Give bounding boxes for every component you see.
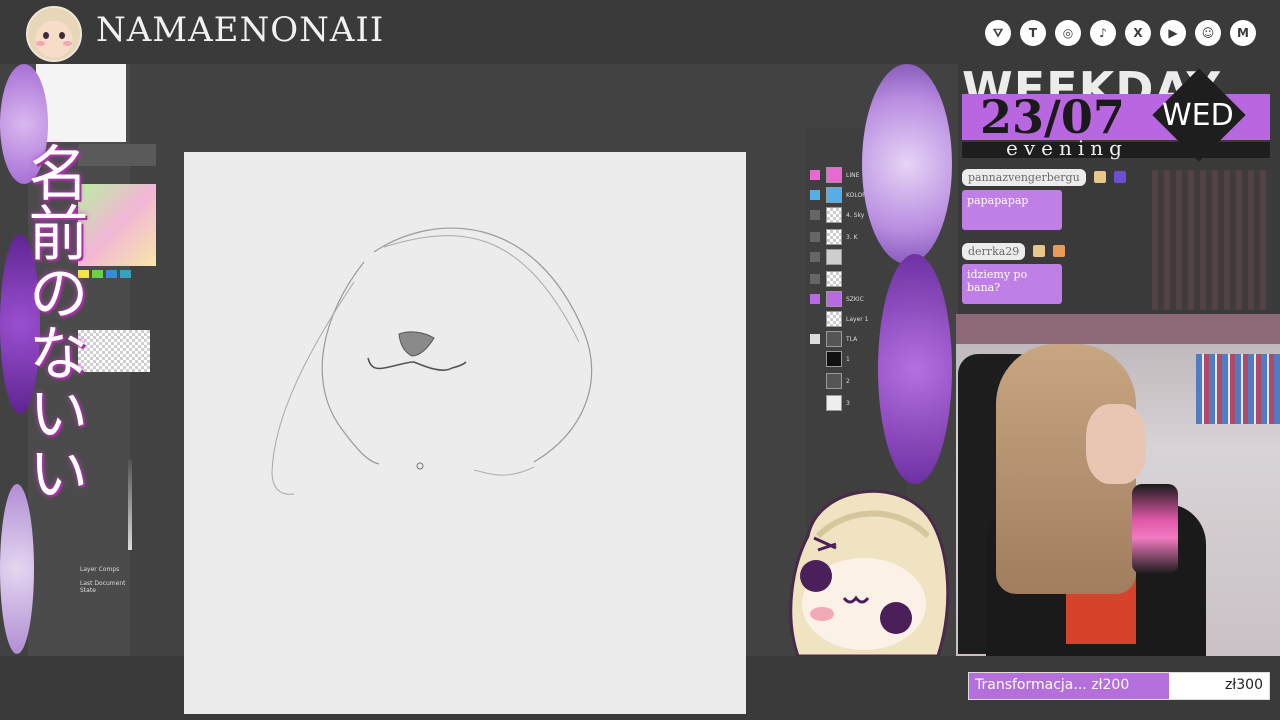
chat-overlay: pannazvengerbergu papapapap derrka29 idz… [962,164,1152,304]
layer-thumbnail [826,351,842,367]
lilac-decoration [0,484,34,654]
layer-thumbnail [826,395,842,411]
webcam-feed [956,314,1280,656]
layer-thumbnail [826,331,842,347]
brand-title: NAMAENONAII [96,10,385,50]
navigator-preview [36,64,126,142]
twitch-icon[interactable]: T [1020,20,1046,46]
chat-message: derrka29 idziemy po bana? [962,240,1152,304]
layer-thumbnail [826,311,842,327]
eye-icon[interactable] [810,190,820,200]
layer-name: 4. Sky [846,211,865,219]
goal-title: Transformacja... [975,677,1087,693]
layer-thumbnail [826,207,842,223]
webcam-books [1196,354,1280,424]
layer-name: SZKIC [846,295,864,303]
layer-name: TLA [846,335,858,343]
layer-thumbnail [826,373,842,389]
eye-icon[interactable] [810,210,820,220]
layer-name: Layer 1 [846,315,869,323]
x-icon[interactable]: X [1125,20,1151,46]
layer-name: 3. K [846,233,858,241]
chibi-mascot [789,489,950,656]
avatar-eye [43,32,49,39]
eye-icon[interactable] [810,398,820,408]
donation-goal-bar: Transformacja... zł200 zł300 [968,672,1270,700]
webcam-face [1086,404,1146,484]
gmail-icon[interactable]: M [1230,20,1256,46]
eye-icon[interactable] [810,334,820,344]
social-links: ⛛ T ◎ ♪ X ▶ ☺ M [985,20,1256,46]
chat-badge-icon [1093,170,1106,183]
eye-icon[interactable] [810,376,820,386]
brush-size-slider[interactable] [128,460,132,550]
youtube-icon[interactable]: ▶ [1160,20,1186,46]
layer-comps-label: Layer Comps [80,566,120,573]
webcam-shelf [956,314,1280,344]
chat-message: pannazvengerbergu papapapap [962,166,1152,230]
chat-username: pannazvengerbergu [962,169,1086,186]
chat-badge-icon [1113,170,1126,183]
eye-icon[interactable] [810,170,820,180]
layer-thumbnail [826,249,842,265]
schedule-banner: WEEKDAY 23/07 WED evening [962,62,1272,164]
chat-username: derrka29 [962,243,1026,260]
layer-thumbnail [826,271,842,287]
layer-name: LINE [846,171,860,179]
goal-current: zł200 [1091,677,1130,693]
goal-target: zł300 [1224,677,1263,693]
eye-icon[interactable] [810,232,820,242]
webcam-microphone [1132,484,1178,574]
stream-header: NAMAENONAII ⛛ T ◎ ♪ X ▶ ☺ M [0,0,1280,64]
streamer-avatar [26,6,82,62]
pixel-art-background [1152,170,1272,310]
eye-icon[interactable] [810,252,820,262]
layer-thumbnail [826,167,842,183]
layer-thumbnail [826,229,842,245]
layer-thumbnail [826,291,842,307]
avatar-eye [59,32,65,39]
goal-label: Transformacja... zł200 [975,677,1129,693]
layer-thumbnail [826,187,842,203]
time-of-day: evening [1006,136,1128,160]
chat-badge-icon [1053,244,1066,257]
eye-icon[interactable] [810,274,820,284]
sketch-drawing [271,227,593,495]
avatar-blush [36,41,45,46]
japanese-vertical-text: 名前のないい [18,142,88,502]
lilac-decoration [862,64,952,264]
layer-name: 1 [846,355,850,363]
chat-bubble: papapapap [962,190,1062,230]
layer-name: 2 [846,377,850,385]
drawing-canvas[interactable] [184,152,746,714]
chat-badge-icon [1033,244,1046,257]
last-document-state-label: Last Document State [80,580,126,594]
chat-bubble: idziemy po bana? [962,264,1062,304]
eye-icon[interactable] [810,314,820,324]
instagram-icon[interactable]: ◎ [1055,20,1081,46]
day-of-week: WED [1162,98,1234,133]
tiktok-icon[interactable]: ♪ [1090,20,1116,46]
eye-icon[interactable] [810,354,820,364]
layer-name: 3 [846,399,850,407]
eye-icon[interactable] [810,294,820,304]
lilac-decoration [878,254,952,484]
streamer-logo-icon[interactable]: ⛛ [985,20,1011,46]
discord-icon[interactable]: ☺ [1195,20,1221,46]
avatar-blush [63,41,72,46]
